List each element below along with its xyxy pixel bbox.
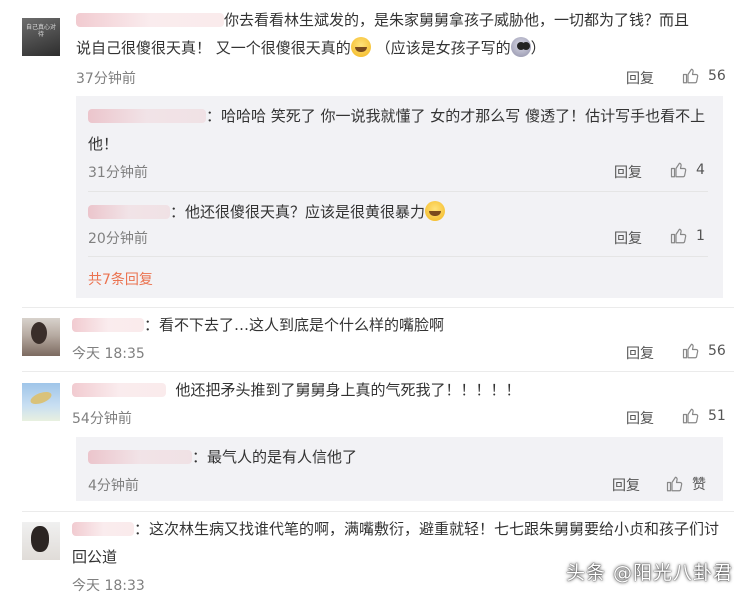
avatar-text: 自己真心对待 <box>26 24 57 38</box>
reply-time: 31分钟前 <box>88 165 148 181</box>
comment-time: 54分钟前 <box>72 411 132 427</box>
like-button[interactable]: 1 <box>670 227 705 245</box>
username[interactable] <box>72 383 166 397</box>
thumbs-up-icon <box>682 343 699 359</box>
like-count: 赞 <box>692 477 706 493</box>
comment-text-line1: ：这次林生病又找谁代笔的啊，满嘴敷衍，避重就轻！七七跟朱舅舅要给小贞和孩子们讨 <box>134 520 720 538</box>
avatar[interactable] <box>22 383 60 421</box>
reply-text: ：他还很傻很天真？应该是很黄很暴力 <box>170 203 426 221</box>
comment-text-line2-c: ） <box>530 39 546 57</box>
more-replies-link[interactable]: 共7条回复 <box>88 269 153 289</box>
like-count: 4 <box>696 162 705 178</box>
divider <box>88 191 708 192</box>
comment-text-line2: 回公道 <box>72 548 118 566</box>
laughing-emoji-icon <box>425 201 446 221</box>
reply-box: ：最气人的是有人信他了 4分钟前 回复 赞 <box>76 437 723 501</box>
thumbs-up-icon <box>666 476 683 492</box>
reply-button[interactable]: 回复 <box>614 162 642 182</box>
comment-time: 今天 18:35 <box>72 346 145 362</box>
comment-time: 今天 18:33 <box>72 578 145 594</box>
reply-button[interactable]: 回复 <box>612 475 640 495</box>
reply-time: 20分钟前 <box>88 231 148 247</box>
like-button[interactable]: 赞 <box>666 474 706 494</box>
watermark: 头条 @阳光八卦君 <box>566 562 734 584</box>
divider <box>88 256 708 257</box>
thumbs-up-icon <box>682 408 699 424</box>
like-button[interactable]: 56 <box>682 67 726 85</box>
like-count: 51 <box>708 408 726 424</box>
reply-username[interactable] <box>88 450 192 464</box>
thumbs-up-icon <box>670 228 687 244</box>
reply-username[interactable] <box>88 109 206 123</box>
like-count: 56 <box>708 68 726 84</box>
username[interactable] <box>72 522 134 536</box>
comment-text: ：看不下去了…这人到底是个什么样的嘴脸啊 <box>144 316 445 334</box>
comment-text-line1: 你去看看林生斌发的，是朱家舅舅拿孩子威胁他，一切都为了钱？而且 <box>224 11 690 29</box>
avatar[interactable] <box>22 522 60 560</box>
reply-text-line2: 他！ <box>88 135 119 153</box>
username[interactable] <box>72 318 144 332</box>
laughing-emoji-icon <box>350 37 371 57</box>
reply-text: ：最气人的是有人信他了 <box>192 448 358 466</box>
reply-button[interactable]: 回复 <box>626 68 654 88</box>
reply-button[interactable]: 回复 <box>614 228 642 248</box>
username[interactable] <box>76 13 224 27</box>
comment-text: 他还把矛头推到了舅舅身上真的气死我了！！！！！ <box>175 381 521 399</box>
avatar[interactable]: 自己真心对待 <box>22 18 60 56</box>
like-count: 56 <box>708 343 726 359</box>
like-count: 1 <box>696 228 705 244</box>
comment-text-line2: 说自己很傻很天真！ 又一个很傻很天真的 <box>76 39 351 57</box>
like-button[interactable]: 4 <box>670 161 705 179</box>
reply-username[interactable] <box>88 205 170 219</box>
reply-button[interactable]: 回复 <box>626 408 654 428</box>
reply-text-line1: ：哈哈哈 笑死了 你一说我就懂了 女的才那么写 傻透了！估计写手也看不上 <box>206 107 706 125</box>
divider <box>22 307 734 308</box>
like-button[interactable]: 56 <box>682 342 726 360</box>
reply-button[interactable]: 回复 <box>626 343 654 363</box>
thumbs-up-icon <box>670 162 687 178</box>
reply-time: 4分钟前 <box>88 478 139 494</box>
divider <box>22 371 734 372</box>
comment-time: 37分钟前 <box>76 71 136 87</box>
crying-emoji-icon <box>510 37 531 57</box>
divider <box>22 511 734 512</box>
like-button[interactable]: 51 <box>682 407 726 425</box>
comment-text-line2-b: （应该是女孩子写的 <box>375 39 511 57</box>
thumbs-up-icon <box>682 68 699 84</box>
reply-box: ：哈哈哈 笑死了 你一说我就懂了 女的才那么写 傻透了！估计写手也看不上 他！ … <box>76 96 723 298</box>
avatar[interactable] <box>22 318 60 356</box>
